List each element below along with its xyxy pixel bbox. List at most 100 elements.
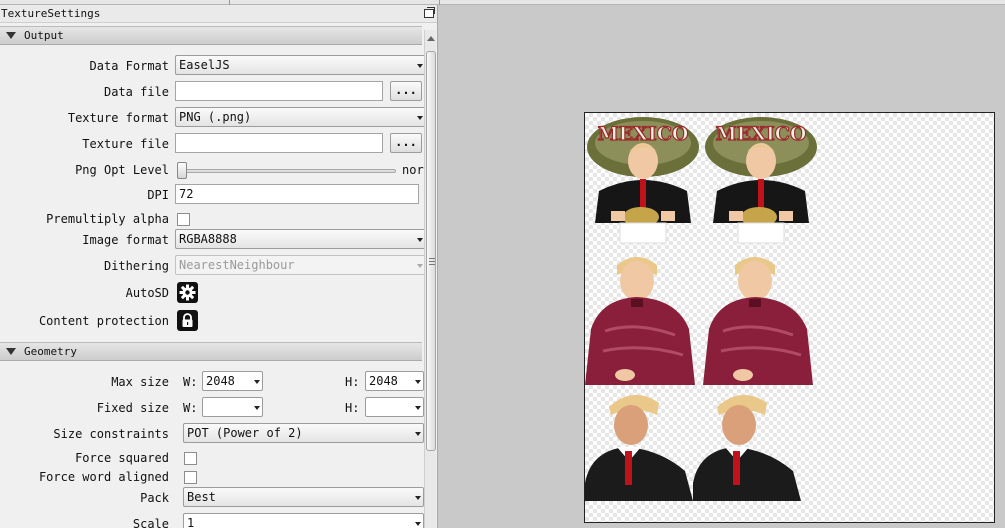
section-output[interactable]: Output [0, 26, 422, 45]
data-format-label: Data Format [89, 59, 169, 73]
texture-file-browse-button[interactable]: ... [390, 133, 422, 153]
force-squared-label: Force squared [75, 451, 169, 465]
pack-select[interactable]: Best [183, 487, 424, 507]
fixed-width-select[interactable] [202, 397, 263, 417]
size-constraints-label: Size constraints [53, 427, 169, 441]
texture-file-label: Texture file [82, 137, 169, 151]
pack-value: Best [187, 490, 216, 504]
scale-label: Scale [132, 517, 169, 528]
content-protection-label: Content protection [38, 314, 169, 328]
premultiply-checkbox[interactable] [177, 213, 190, 226]
section-geometry[interactable]: Geometry [0, 342, 422, 361]
sombrero-sprite[interactable]: MEXICO [585, 113, 700, 245]
scale-value: 1 [187, 516, 195, 528]
size-constraints-value: POT (Power of 2) [187, 426, 303, 440]
png-opt-row: Png Opt Level nor [0, 159, 424, 181]
texture-format-row: Texture format PNG (.png) [0, 107, 426, 129]
dpi-spinbox[interactable]: 72 [175, 184, 419, 204]
force-word-checkbox[interactable] [184, 471, 197, 484]
dithering-value: NearestNeighbour [179, 258, 295, 272]
data-format-value: EaselJS [179, 58, 230, 72]
dropdown-arrow-icon [417, 116, 423, 120]
premultiply-row: Premultiply alpha [0, 208, 424, 230]
data-format-select[interactable]: EaselJS [175, 55, 426, 75]
dropdown-arrow-icon [415, 380, 421, 384]
force-word-label: Force word aligned [38, 470, 169, 484]
data-file-row: Data file ... [0, 81, 424, 103]
dropdown-arrow-icon [417, 238, 423, 242]
scrollbar-thumb[interactable] [426, 51, 436, 451]
image-format-select[interactable]: RGBA8888 [175, 229, 426, 249]
hat-text: MEXICO [716, 123, 807, 145]
sprite-sheet-canvas[interactable]: MEXICO MEXICO [584, 112, 995, 523]
dropdown-arrow-icon [415, 406, 421, 410]
scroll-up-icon[interactable] [427, 36, 435, 41]
force-word-row: Force word aligned [0, 466, 424, 488]
autosd-label: AutoSD [125, 286, 169, 300]
dropdown-arrow-icon [254, 406, 260, 410]
size-constraints-row: Size constraints POT (Power of 2) [0, 423, 424, 445]
max-height-select[interactable]: 2048 [365, 371, 424, 391]
dropdown-arrow-icon [254, 380, 260, 384]
dropdown-arrow-icon [417, 64, 423, 68]
dithering-select[interactable]: NearestNeighbour [175, 255, 426, 275]
texture-format-value: PNG (.png) [179, 110, 252, 124]
sombrero-sprite[interactable]: MEXICO [703, 113, 818, 245]
data-file-label: Data file [103, 85, 169, 99]
texture-format-label: Texture format [67, 111, 169, 125]
gear-icon [179, 284, 196, 301]
max-width-select[interactable]: 2048 [202, 371, 263, 391]
image-format-value: RGBA8888 [179, 232, 237, 246]
suit-sprite[interactable] [693, 389, 801, 501]
image-format-label: Image format [82, 233, 169, 247]
fixed-size-row: Fixed size W: H: [0, 397, 424, 419]
dropdown-arrow-icon [415, 522, 421, 526]
png-opt-slider-handle[interactable] [177, 162, 187, 179]
image-format-row: Image format RGBA8888 [0, 229, 426, 251]
fixed-height-select[interactable] [365, 397, 424, 417]
texture-file-row: Texture file ... [0, 133, 424, 155]
max-height-value: 2048 [369, 374, 398, 388]
size-constraints-select[interactable]: POT (Power of 2) [183, 423, 424, 443]
autosd-row: AutoSD [0, 282, 424, 304]
dpi-label: DPI [147, 188, 169, 202]
texture-format-select[interactable]: PNG (.png) [175, 107, 426, 127]
dpi-value: 72 [179, 187, 194, 201]
suit-sprite[interactable] [585, 389, 693, 501]
collapse-arrow-icon[interactable] [6, 348, 16, 355]
data-file-browse-button[interactable]: ... [390, 81, 422, 101]
sprite-preview-area[interactable]: MEXICO MEXICO [443, 5, 1005, 528]
panel-title: TextureSettings [1, 7, 101, 20]
pack-label: Pack [140, 491, 169, 505]
texture-settings-panel: TextureSettings Output Data Format Easel… [0, 5, 438, 528]
png-opt-value: nor [402, 163, 424, 177]
undock-icon[interactable] [424, 7, 435, 18]
settings-scrollbar[interactable] [424, 30, 436, 528]
scale-row: Scale 1 [0, 513, 424, 528]
strip-divider [439, 0, 440, 5]
max-size-label: Max size [111, 375, 169, 389]
autosd-button[interactable] [177, 282, 198, 303]
section-output-label: Output [24, 29, 64, 42]
png-opt-label: Png Opt Level [75, 163, 169, 177]
dropdown-arrow-icon [415, 496, 421, 500]
fixed-w-label: W: [183, 401, 198, 415]
collapse-arrow-icon[interactable] [6, 32, 16, 39]
force-squared-checkbox[interactable] [184, 452, 197, 465]
fixed-h-label: H: [345, 401, 360, 415]
max-h-label: H: [345, 375, 360, 389]
red-jacket-sprite[interactable] [703, 251, 818, 387]
texture-file-input[interactable] [175, 133, 383, 153]
dropdown-arrow-icon [417, 264, 423, 268]
max-w-label: W: [183, 375, 198, 389]
pack-row: Pack Best [0, 487, 424, 509]
fixed-size-label: Fixed size [96, 401, 169, 415]
red-jacket-sprite[interactable] [585, 251, 700, 387]
grip-icon [429, 258, 435, 259]
content-protection-button[interactable] [177, 310, 198, 331]
data-file-input[interactable] [175, 81, 383, 101]
max-size-row: Max size W: 2048 H: 2048 [0, 371, 424, 393]
scale-select[interactable]: 1 [183, 513, 424, 528]
png-opt-slider-track[interactable] [178, 169, 396, 173]
hat-text: MEXICO [598, 123, 689, 145]
